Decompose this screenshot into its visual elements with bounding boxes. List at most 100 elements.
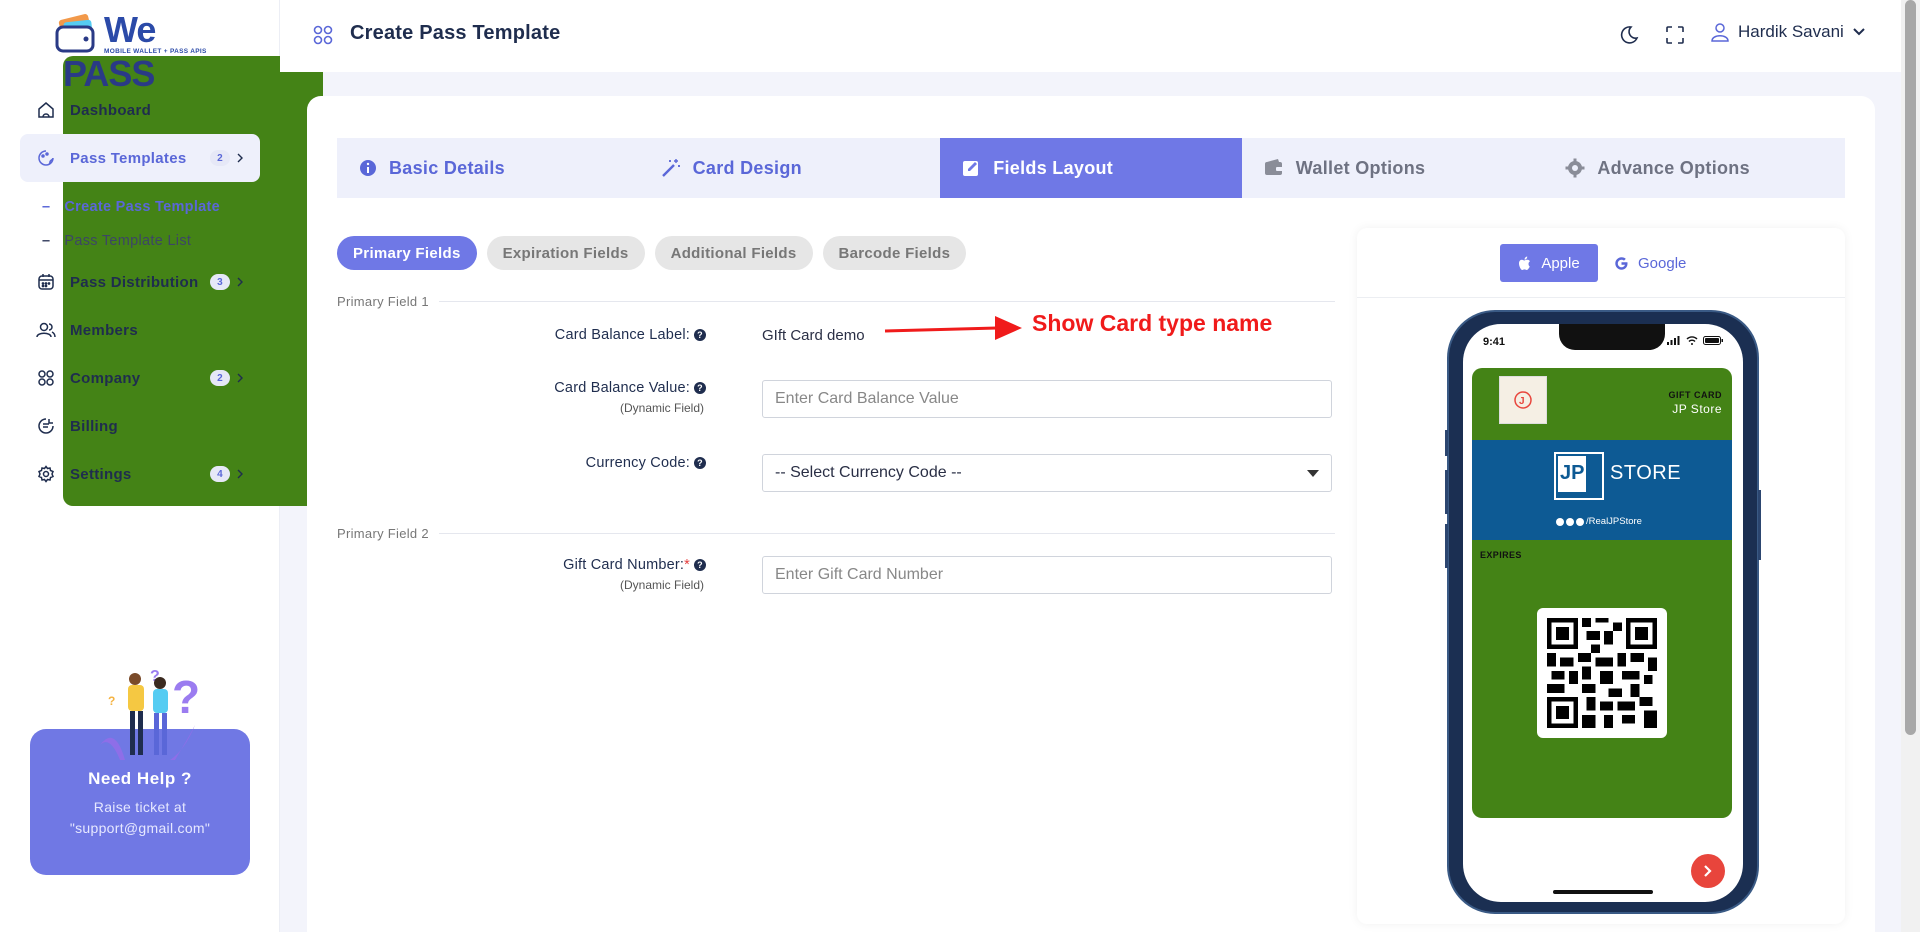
tab-label: Fields Layout (993, 157, 1114, 178)
sidebar-item-pass-distribution[interactable]: Pass Distribution 3 (20, 258, 260, 306)
sidebar-nav: Dashboard Pass Templates 2 – Create Pass… (20, 86, 260, 498)
count-badge: 2 (210, 150, 230, 166)
receipt-icon (36, 416, 56, 436)
dark-mode-toggle-icon[interactable] (1618, 24, 1640, 46)
count-badge: 4 (210, 466, 230, 482)
gear-icon (36, 464, 56, 484)
gift-card-number-input[interactable]: Enter Gift Card Number (762, 556, 1332, 594)
field-label-text: Card Balance Label: (554, 327, 690, 343)
google-icon (1615, 256, 1628, 270)
sidebar: We PASS MOBILE WALLET + PASS APIS Dashboa… (0, 0, 323, 932)
subitem-label: Pass Template List (64, 233, 192, 249)
tab-label: Advance Options (1597, 157, 1750, 178)
sidebar-item-billing[interactable]: Billing (20, 402, 260, 450)
status-time: 9:41 (1483, 336, 1506, 348)
instagram-icon (1566, 517, 1574, 526)
expires-label: EXPIRES (1480, 550, 1522, 560)
scrollbar-thumb[interactable] (1905, 0, 1916, 735)
caret-down-icon (1307, 469, 1319, 477)
sidebar-item-label: Billing (70, 417, 118, 435)
social-handle: /RealJPStore (1556, 516, 1642, 527)
subitem-pass-template-list[interactable]: – Pass Template List (20, 224, 260, 258)
sidebar-item-settings[interactable]: Settings 4 (20, 450, 260, 498)
sidebar-item-pass-templates[interactable]: Pass Templates 2 (20, 134, 260, 182)
home-indicator (1553, 890, 1653, 894)
tab-card-design[interactable]: Card Design (639, 138, 941, 198)
tab-label: Basic Details (389, 157, 505, 178)
page-title: Create Pass Template (350, 22, 561, 44)
input-placeholder: Enter Card Balance Value (775, 390, 959, 407)
palette-icon (36, 148, 56, 168)
question-icon[interactable]: ? (694, 457, 706, 469)
help-email[interactable]: "support@gmail.com" (30, 818, 250, 839)
sidebar-item-dashboard[interactable]: Dashboard (20, 86, 260, 134)
question-icon[interactable]: ? (694, 382, 706, 394)
question-icon[interactable]: ? (694, 329, 706, 341)
sidebar-item-label: Company (70, 369, 141, 387)
count-badge: 3 (210, 274, 230, 290)
dynamic-field-note: (Dynamic Field) (619, 578, 704, 592)
next-arrow-button[interactable] (1691, 854, 1725, 888)
subitem-label: Create Pass Template (64, 199, 221, 215)
count-badge: 2 (210, 370, 230, 386)
info-icon (360, 160, 376, 176)
phone-power-button (1758, 490, 1761, 560)
page-scrollbar[interactable] (1901, 0, 1920, 932)
pass-card: J GIFT CARD JP Store JP STORE /RealJPSto… (1472, 368, 1732, 818)
tab-fields-layout[interactable]: Fields Layout (940, 138, 1242, 198)
facebook-icon (1556, 517, 1564, 526)
currency-code-label: Currency Code:? (586, 455, 706, 471)
currency-code-select[interactable]: -- Select Currency Code -- (762, 454, 1332, 492)
tab-primary-fields[interactable]: Primary Fields (337, 236, 477, 270)
gift-card-number-label: Gift Card Number:*? (563, 557, 706, 573)
tab-advance-options[interactable]: Advance Options (1543, 138, 1845, 198)
tab-wallet-options[interactable]: Wallet Options (1242, 138, 1544, 198)
tab-barcode-fields[interactable]: Barcode Fields (822, 236, 967, 270)
section-title: Primary Field 2 (337, 526, 429, 541)
phone-volume-up (1445, 470, 1448, 514)
logo-tagline: MOBILE WALLET + PASS APIS (104, 48, 207, 55)
tab-basic-details[interactable]: Basic Details (337, 138, 639, 198)
input-placeholder: Enter Gift Card Number (775, 566, 944, 583)
qr-code (1537, 608, 1667, 738)
user-menu[interactable]: Hardik Savani (1710, 22, 1866, 42)
tab-additional-fields[interactable]: Additional Fields (654, 236, 813, 270)
help-line-1: Raise ticket at (93, 799, 187, 815)
field-type-tabs: Primary Fields Expiration Fields Additio… (337, 236, 967, 270)
help-text: Raise ticket at "support@gmail.com" (30, 797, 250, 839)
tab-label: Card Design (692, 157, 802, 178)
main-card: Basic Details Card Design Fields Layout … (307, 96, 1875, 932)
social-handle-text: /RealJPStore (1586, 516, 1642, 527)
banner-store: STORE (1610, 462, 1682, 484)
annotation-arrow-icon (884, 316, 1022, 340)
subitem-create-pass-template[interactable]: – Create Pass Template (20, 190, 260, 224)
card-balance-value-label: Card Balance Value:? (554, 380, 706, 396)
chevron-down-icon (1853, 28, 1865, 36)
tab-apple[interactable]: Apple (1500, 244, 1598, 282)
section-primary-field-2: Primary Field 2 (337, 526, 1335, 541)
help-card[interactable]: ? ? ? Need Help ? Raise ticket at "suppo… (30, 668, 250, 875)
sidebar-item-company[interactable]: Company 2 (20, 354, 260, 402)
card-balance-value-input[interactable]: Enter Card Balance Value (762, 380, 1332, 418)
fullscreen-icon[interactable] (1664, 24, 1686, 46)
tab-expiration-fields[interactable]: Expiration Fields (486, 236, 645, 270)
grid-icon (36, 368, 56, 388)
svg-text:J: J (1519, 396, 1525, 407)
magic-wand-icon (661, 159, 680, 177)
status-icons (1667, 336, 1723, 345)
dash-marker: – (42, 199, 51, 215)
home-icon (36, 100, 56, 120)
select-value: -- Select Currency Code -- (775, 464, 962, 481)
sidebar-item-members[interactable]: Members (20, 306, 260, 354)
chevron-right-icon (232, 466, 248, 482)
twitter-icon (1576, 517, 1584, 526)
tab-google[interactable]: Google (1615, 244, 1686, 282)
tab-label: Apple (1541, 254, 1580, 272)
chevron-right-icon (1704, 865, 1712, 877)
brand-logo[interactable]: We PASS MOBILE WALLET + PASS APIS (54, 12, 323, 506)
apps-menu-icon[interactable] (312, 24, 334, 51)
sidebar-item-label: Pass Templates (70, 149, 187, 167)
question-icon[interactable]: ? (694, 559, 706, 571)
wizard-steps: Basic Details Card Design Fields Layout … (337, 138, 1845, 198)
svg-text:?: ? (172, 671, 200, 723)
